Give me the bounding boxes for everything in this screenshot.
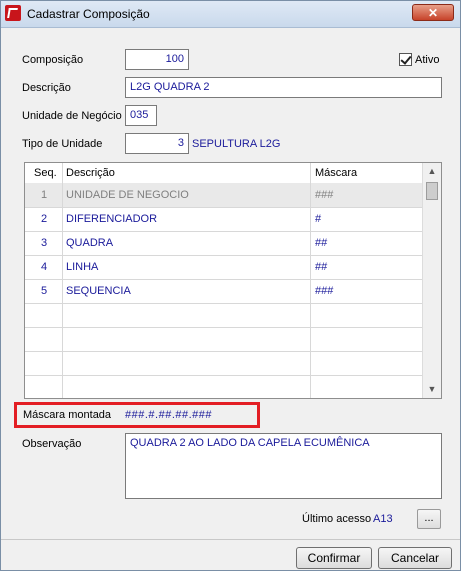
mask-grid: Seq. Descrição Máscara 1 UNIDADE DE NEGO… [24,162,442,399]
table-row[interactable]: 3 QUADRA ## [25,231,422,256]
ultimo-acesso-details-button[interactable]: ... [417,509,441,529]
scroll-down-icon[interactable]: ▼ [423,381,441,398]
column-header-mascara[interactable]: Máscara [315,167,357,179]
cell-mascara: ### [315,285,334,297]
column-divider [62,163,63,398]
unidade-negocio-input[interactable]: 035 [125,105,157,126]
cell-seq: 3 [41,237,48,249]
mascara-montada-value: ###.#.##.##.### [125,409,213,421]
cell-seq: 4 [41,261,48,273]
observacao-textarea[interactable]: QUADRA 2 AO LADO DA CAPELA ECUMÊNICA [125,433,442,499]
ultimo-acesso-value: A13 [373,513,393,525]
cell-descricao: UNIDADE DE NEGOCIO [66,189,189,201]
ultimo-acesso-label: Último acesso [302,513,372,525]
grid-scrollbar[interactable]: ▲ ▼ [422,163,441,398]
cell-mascara: ## [315,261,328,273]
table-row[interactable]: 5 SEQUENCIA ### [25,279,422,304]
table-row[interactable]: 4 LINHA ## [25,255,422,280]
cell-seq: 1 [41,189,48,201]
composicao-label: Composição [22,54,84,66]
tipo-unidade-description: SEPULTURA L2G [192,138,281,150]
scroll-up-icon[interactable]: ▲ [423,163,441,180]
cell-descricao: DIFERENCIADOR [66,213,158,225]
observacao-label: Observação [22,438,82,450]
descricao-label: Descrição [22,82,71,94]
dialog-window: Cadastrar Composição ✕ Composição 100 At… [0,0,461,571]
table-row[interactable]: 2 DIFERENCIADOR # [25,207,422,232]
unidade-negocio-label: Unidade de Negócio [22,110,122,122]
column-divider [310,163,311,398]
empty-row[interactable] [25,327,422,352]
column-header-descricao[interactable]: Descrição [66,167,115,179]
column-header-seq[interactable]: Seq. [34,167,57,179]
scrollbar-thumb[interactable] [426,182,438,200]
cell-descricao: LINHA [66,261,99,273]
cell-mascara: ### [315,189,334,201]
close-button[interactable]: ✕ [412,4,454,21]
cancelar-button[interactable]: Cancelar [378,547,452,569]
cell-seq: 5 [41,285,48,297]
tipo-unidade-label: Tipo de Unidade [22,138,103,150]
cell-descricao: SEQUENCIA [66,285,131,297]
descricao-input[interactable]: L2G QUADRA 2 [125,77,442,98]
ativo-label: Ativo [415,54,440,66]
empty-row[interactable] [25,351,422,376]
cell-mascara: # [315,213,322,225]
ativo-checkbox[interactable] [399,53,412,66]
cell-mascara: ## [315,237,328,249]
confirmar-button[interactable]: Confirmar [296,547,372,569]
cell-descricao: QUADRA [66,237,114,249]
composicao-input[interactable]: 100 [125,49,189,70]
mascara-montada-label: Máscara montada [23,409,112,421]
table-row[interactable]: 1 UNIDADE DE NEGOCIO ### [25,183,422,208]
app-logo-icon [5,5,21,21]
footer-divider [1,539,460,540]
grid-header: Seq. Descrição Máscara [25,163,422,184]
empty-row[interactable] [25,303,422,328]
window-title: Cadastrar Composição [27,7,150,21]
title-bar: Cadastrar Composição ✕ [1,1,460,28]
tipo-unidade-input[interactable]: 3 [125,133,189,154]
cell-seq: 2 [41,213,48,225]
